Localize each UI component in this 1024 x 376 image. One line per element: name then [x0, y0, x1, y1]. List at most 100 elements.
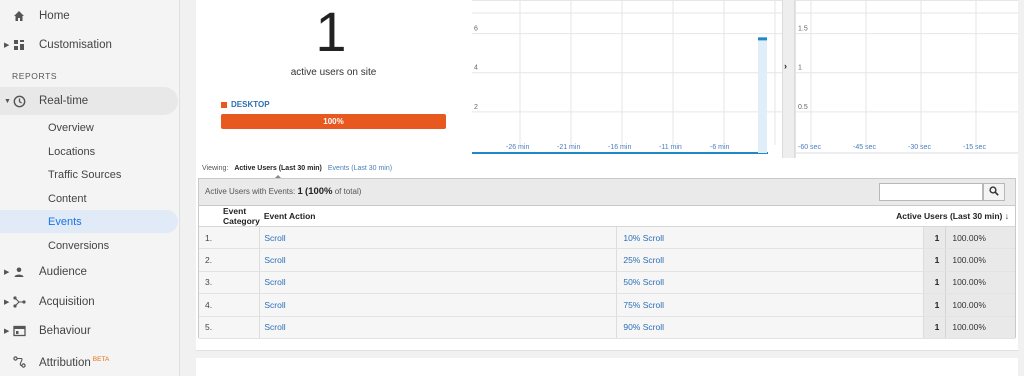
sidebar-subitem-traffic-sources[interactable]: Traffic Sources: [0, 163, 178, 186]
event-action-link[interactable]: 10% Scroll: [616, 226, 925, 250]
y-tick-label: 1: [798, 65, 802, 72]
table-search-input[interactable]: [879, 183, 983, 201]
device-label: DESKTOP: [231, 100, 270, 109]
sidebar-item-audience[interactable]: ▶ Audience: [0, 258, 178, 286]
caret-right-icon: ▶: [4, 269, 10, 276]
pageviews-per-second-chart: 1.5 1 0.5 -60 sec -45 sec -30 sec -15 sec: [796, 0, 1018, 154]
sidebar-item-label: Attribution BETA: [39, 356, 109, 369]
event-action-link[interactable]: 75% Scroll: [616, 293, 925, 317]
sidebar-item-label: Real-time: [39, 95, 89, 107]
row-index: 2.: [199, 248, 261, 272]
sidebar-subitem-locations[interactable]: Locations: [0, 140, 178, 163]
device-legend: DESKTOP: [221, 100, 270, 109]
sidebar-item-label: Home: [39, 10, 70, 22]
person-icon: [12, 265, 26, 279]
sidebar-item-customisation[interactable]: ▶ Customisation: [0, 31, 178, 59]
bottom-divider: [196, 350, 1018, 358]
bar-top: [758, 37, 767, 41]
events-table: Event Category Event Action Active Users…: [199, 206, 1015, 339]
sidebar-subitem-content[interactable]: Content: [0, 187, 178, 210]
column-header-active-users[interactable]: Active Users (Last 30 min) ↓: [616, 206, 1015, 227]
chart-divider: [782, 0, 796, 158]
attribution-label: Attribution: [39, 356, 91, 369]
summary-suffix: of total): [334, 187, 362, 196]
y-tick-label: 2: [474, 104, 478, 111]
sidebar-item-acquisition[interactable]: ▶ Acquisition: [0, 288, 178, 316]
x-tick-label: -30 sec: [908, 144, 931, 151]
tab-active-users[interactable]: Active Users (Last 30 min): [234, 165, 322, 179]
event-category-link[interactable]: Scroll: [259, 271, 618, 295]
event-action-link[interactable]: 25% Scroll: [616, 248, 925, 272]
table-row: 5. Scroll 90% Scroll 1 100.00%: [199, 316, 1015, 339]
sort-desc-icon: ↓: [1004, 211, 1009, 221]
column-header-event-category[interactable]: Event Category: [199, 206, 260, 227]
event-category-link[interactable]: Scroll: [259, 316, 618, 339]
x-tick-label: -21 min: [557, 144, 580, 151]
caret-right-icon: ▶: [4, 299, 10, 306]
sidebar-item-home[interactable]: Home: [0, 2, 178, 30]
row-index: 4.: [199, 293, 261, 317]
subitem-label: Events: [48, 215, 82, 228]
event-category-link[interactable]: Scroll: [259, 248, 618, 272]
active-users-percent: 100.00%: [945, 226, 1015, 250]
bar-fill: [758, 37, 767, 153]
beta-badge: BETA: [92, 355, 110, 363]
event-action-link[interactable]: 50% Scroll: [616, 271, 925, 295]
summary-value: 1: [297, 186, 303, 197]
y-tick-label: 6: [474, 26, 478, 33]
subitem-label: Overview: [48, 121, 94, 134]
summary-pct: 100%: [308, 186, 333, 197]
sidebar-item-label: Behaviour: [39, 325, 91, 337]
x-tick-label: -11 min: [659, 144, 682, 151]
x-tick-label: -16 min: [608, 144, 631, 151]
sidebar: Home ▶ Customisation REPORTS ▼ Real-time…: [0, 0, 180, 376]
pageviews-per-minute-chart: 642-26 min-21 min-16 min-11 min-6 min-1: [472, 0, 782, 154]
active-users-percent: 100.00%: [945, 316, 1015, 339]
x-tick-label: -6 min: [710, 144, 730, 151]
event-action-link[interactable]: 90% Scroll: [616, 316, 925, 339]
home-icon: [12, 9, 26, 23]
x-tick-label: -60 sec: [798, 144, 821, 151]
table-row: 4. Scroll 75% Scroll 1 100.00%: [199, 293, 1015, 317]
table-row: 2. Scroll 25% Scroll 1 100.00%: [199, 248, 1015, 272]
row-index: 5.: [199, 316, 261, 339]
x-tick-label: -15 sec: [963, 144, 986, 151]
event-category-link[interactable]: Scroll: [259, 226, 618, 250]
table-row: 1. Scroll 10% Scroll 1 100.00%: [199, 226, 1015, 250]
desktop-swatch: [221, 101, 227, 108]
caret-right-icon: ▶: [4, 42, 10, 49]
attribution-icon: [12, 355, 26, 369]
y-tick-label: 0.5: [798, 104, 808, 111]
sidebar-subitem-overview[interactable]: Overview: [0, 116, 178, 139]
clock-icon: [12, 94, 26, 108]
subitem-label: Conversions: [48, 239, 110, 252]
chevron-right-icon[interactable]: ›: [784, 61, 787, 71]
section-reports-label: REPORTS: [12, 71, 58, 81]
main-content: 1 active users on site DESKTOP 100% 6 4 2 -…: [196, 0, 1018, 376]
active-users-value: 1: [923, 316, 947, 339]
x-tick-label: -26 min: [506, 144, 529, 151]
active-users-value: 1: [923, 248, 947, 272]
sidebar-item-label: Audience: [39, 266, 87, 278]
row-index: 1.: [199, 226, 261, 250]
active-users-count: 1: [315, 0, 347, 63]
active-users-value: 1: [923, 293, 947, 317]
sidebar-item-behaviour[interactable]: ▶ Behaviour: [0, 317, 178, 345]
subitem-label: Content: [48, 192, 87, 205]
sidebar-subitem-events[interactable]: Events: [0, 210, 178, 233]
event-category-link[interactable]: Scroll: [259, 293, 618, 317]
active-users-value: 1: [923, 271, 947, 295]
column-header-event-action[interactable]: Event Action: [259, 206, 617, 227]
sidebar-item-realtime[interactable]: ▼ Real-time: [0, 87, 178, 115]
table-summary-bar: Active Users with Events: 1 (100% of tot…: [199, 179, 1015, 206]
events-table-panel: Active Users with Events: 1 (100% of tot…: [198, 178, 1016, 339]
caret-down-icon: ▼: [4, 97, 11, 105]
sidebar-subitem-conversions[interactable]: Conversions: [0, 234, 178, 257]
search-button[interactable]: [983, 183, 1005, 201]
sidebar-item-label: Customisation: [39, 39, 112, 51]
device-share-bar: 100%: [221, 114, 446, 129]
behaviour-icon: [12, 324, 26, 338]
tab-events[interactable]: Events (Last 30 min): [328, 165, 392, 172]
caret-right-icon: ▶: [4, 328, 10, 335]
sidebar-item-attribution[interactable]: Attribution BETA: [0, 348, 178, 376]
